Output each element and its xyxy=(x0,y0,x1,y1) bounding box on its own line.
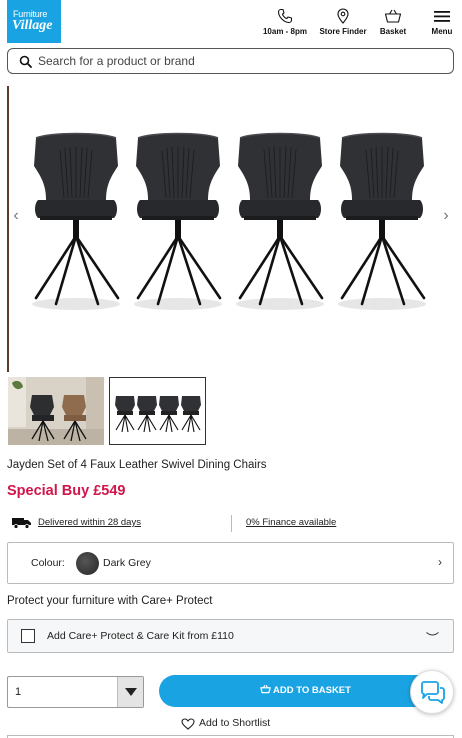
search-input[interactable] xyxy=(38,52,438,70)
basket-icon xyxy=(260,685,271,694)
add-to-shortlist-label: Add to Shortlist xyxy=(199,717,271,729)
care-protect-option[interactable]: Add Care+ Protect & Care Kit from £110 ︶ xyxy=(7,619,454,653)
chevron-down-icon[interactable]: ︶ xyxy=(426,628,439,647)
main-product-image xyxy=(30,126,440,356)
search-icon xyxy=(19,55,32,68)
chevron-left-icon[interactable]: ‹ xyxy=(8,206,24,226)
heart-icon xyxy=(181,718,195,730)
care-protect-checkbox[interactable] xyxy=(21,629,35,643)
nav-hours-label: 10am - 8pm xyxy=(262,27,308,36)
quantity-dropdown-button[interactable] xyxy=(117,677,143,707)
chevron-right-icon[interactable]: › xyxy=(438,206,454,226)
thumbnail-lifestyle[interactable] xyxy=(8,377,104,445)
product-price: Special Buy £549 xyxy=(7,483,126,499)
caret-down-icon xyxy=(125,688,137,696)
product-image-gallery: ‹ › xyxy=(0,86,462,372)
info-divider xyxy=(231,515,232,532)
site-header: Furniture Village 10am - 8pm Store Finde… xyxy=(0,0,462,44)
care-protect-label: Add Care+ Protect & Care Kit from £110 xyxy=(47,630,234,642)
location-pin-icon xyxy=(337,8,349,24)
thumbnail-lifestyle-image xyxy=(8,377,104,445)
search-bar[interactable] xyxy=(7,48,454,74)
chevron-right-icon: › xyxy=(438,555,442,569)
previous-image-peek xyxy=(7,86,9,372)
delivery-link[interactable]: Delivered within 28 days xyxy=(38,517,141,528)
colour-selector[interactable]: Colour: Dark Grey › xyxy=(7,542,454,584)
nav-menu[interactable]: Menu xyxy=(426,8,458,40)
chat-widget-button[interactable] xyxy=(410,670,454,714)
nav-phone-hours[interactable]: 10am - 8pm xyxy=(257,8,313,40)
hamburger-menu-icon xyxy=(434,11,450,22)
phone-icon xyxy=(277,8,293,24)
nav-menu-label: Menu xyxy=(431,27,453,36)
thumbnail-set-of-four[interactable] xyxy=(109,377,206,445)
nav-store-finder-label: Store Finder xyxy=(319,27,367,36)
product-title: Jayden Set of 4 Faux Leather Swivel Dini… xyxy=(7,459,267,471)
finance-link[interactable]: 0% Finance available xyxy=(246,517,336,528)
basket-icon xyxy=(384,9,402,23)
quantity-select[interactable]: 1 xyxy=(7,676,144,708)
logo-line2: Village xyxy=(12,18,53,33)
furniture-village-logo[interactable]: Furniture Village xyxy=(7,0,61,43)
colour-swatch xyxy=(76,552,99,575)
add-to-basket-button[interactable]: ADD TO BASKET xyxy=(159,675,453,707)
care-protect-heading: Protect your furniture with Care+ Protec… xyxy=(7,595,213,607)
chat-bubbles-icon xyxy=(421,681,445,704)
delivery-van-icon xyxy=(12,518,31,529)
add-to-basket-label: ADD TO BASKET xyxy=(273,685,351,696)
nav-basket[interactable]: Basket xyxy=(375,8,411,40)
colour-label: Colour: xyxy=(31,557,65,569)
nav-basket-label: Basket xyxy=(379,27,407,36)
nav-store-finder[interactable]: Store Finder xyxy=(316,8,370,40)
thumbnail-set-image xyxy=(110,378,205,444)
colour-value: Dark Grey xyxy=(103,557,151,569)
quantity-value: 1 xyxy=(15,686,22,698)
